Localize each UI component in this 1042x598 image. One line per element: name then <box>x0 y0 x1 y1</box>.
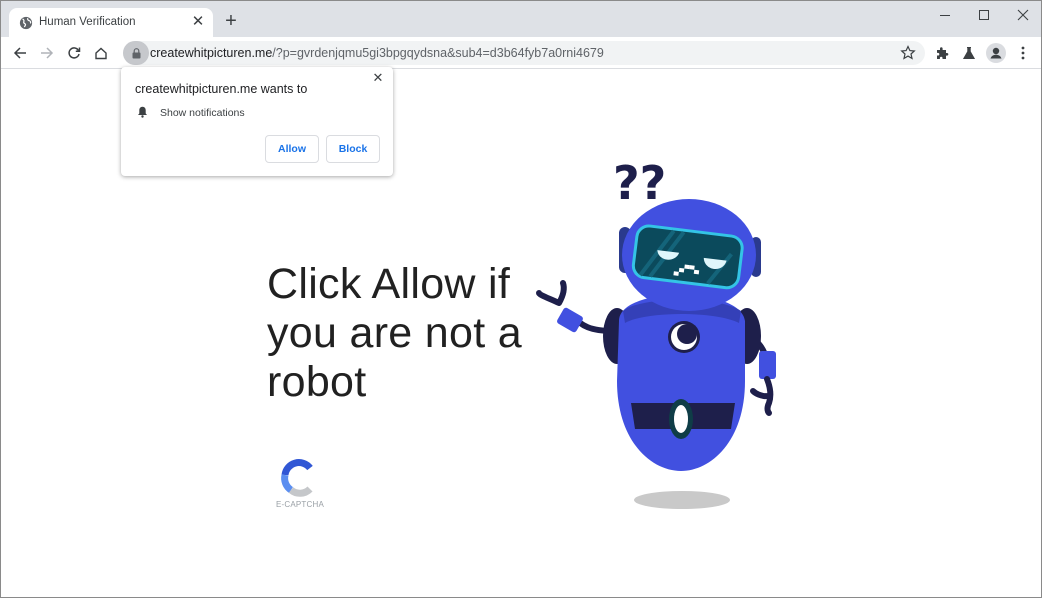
tab-human-verification[interactable]: Human Verification ✕ <box>9 8 213 37</box>
robot-illustration: ?? <box>536 156 776 509</box>
page-headline: Click Allow if you are not a robot <box>267 260 547 407</box>
tab-strip: Human Verification ✕ + <box>1 1 1041 37</box>
close-icon <box>1017 9 1029 21</box>
tab-title: Human Verification <box>39 16 136 28</box>
robot-shadow <box>634 491 730 509</box>
reload-icon <box>68 47 81 59</box>
popup-close-icon[interactable]: ✕ <box>371 71 385 85</box>
captcha-c-icon <box>281 459 313 497</box>
bell-icon <box>138 106 147 118</box>
allow-button[interactable]: Allow <box>265 135 319 163</box>
flask-icon <box>962 47 976 59</box>
profile-button[interactable] <box>986 43 1006 63</box>
extensions-button[interactable] <box>932 43 952 63</box>
home-icon <box>95 47 107 60</box>
maximize-icon <box>979 10 989 20</box>
reload-button[interactable] <box>63 42 85 64</box>
url-path: /?p=gvrdenjqmu5gi3bpgqydsna&sub4=d3b64fy… <box>272 46 604 60</box>
bookmark-star-icon[interactable] <box>899 44 917 62</box>
captcha-logo: E-CAPTCHA <box>272 459 328 513</box>
arrow-left-icon <box>13 47 26 59</box>
toolbar: createwhitpicturen.me/?p=gvrdenjqmu5gi3b… <box>1 37 1041 69</box>
kebab-menu-icon <box>1021 46 1025 60</box>
lock-icon <box>132 47 140 58</box>
maximize-button[interactable] <box>965 1 1003 29</box>
block-button[interactable]: Block <box>326 135 380 163</box>
site-info-button[interactable] <box>123 41 149 65</box>
globe-icon <box>19 16 33 30</box>
avatar-icon <box>986 43 1006 63</box>
arrow-right-icon <box>41 47 54 59</box>
headline-line-1: Click Allow if <box>267 260 511 308</box>
notification-permission-popup: createwhitpicturen.me wants to ✕ Show no… <box>121 67 393 176</box>
popup-title: createwhitpicturen.me wants to <box>135 82 308 96</box>
close-window-button[interactable] <box>1004 1 1042 29</box>
forward-button[interactable] <box>36 42 58 64</box>
minimize-button[interactable] <box>926 1 964 29</box>
headline-line-2: you are not a <box>267 309 522 357</box>
address-bar[interactable]: createwhitpicturen.me/?p=gvrdenjqmu5gi3b… <box>123 41 925 65</box>
back-button[interactable] <box>9 42 31 64</box>
question-marks: ?? <box>613 156 666 210</box>
minimize-icon <box>940 15 950 16</box>
home-button[interactable] <box>90 42 112 64</box>
labs-button[interactable] <box>959 43 979 63</box>
tab-close-icon[interactable]: ✕ <box>189 13 207 31</box>
headline-line-3: robot <box>267 358 367 406</box>
permission-show-notifications: Show notifications <box>160 107 245 119</box>
menu-button[interactable] <box>1013 43 1033 63</box>
new-tab-button[interactable]: + <box>221 11 241 31</box>
puzzle-icon <box>937 47 949 59</box>
url-text: createwhitpicturen.me/?p=gvrdenjqmu5gi3b… <box>150 46 604 60</box>
url-host: createwhitpicturen.me <box>150 46 273 60</box>
browser-window: Human Verification ✕ + createwhitpicture… <box>0 0 1042 598</box>
captcha-label: E-CAPTCHA <box>275 500 325 509</box>
